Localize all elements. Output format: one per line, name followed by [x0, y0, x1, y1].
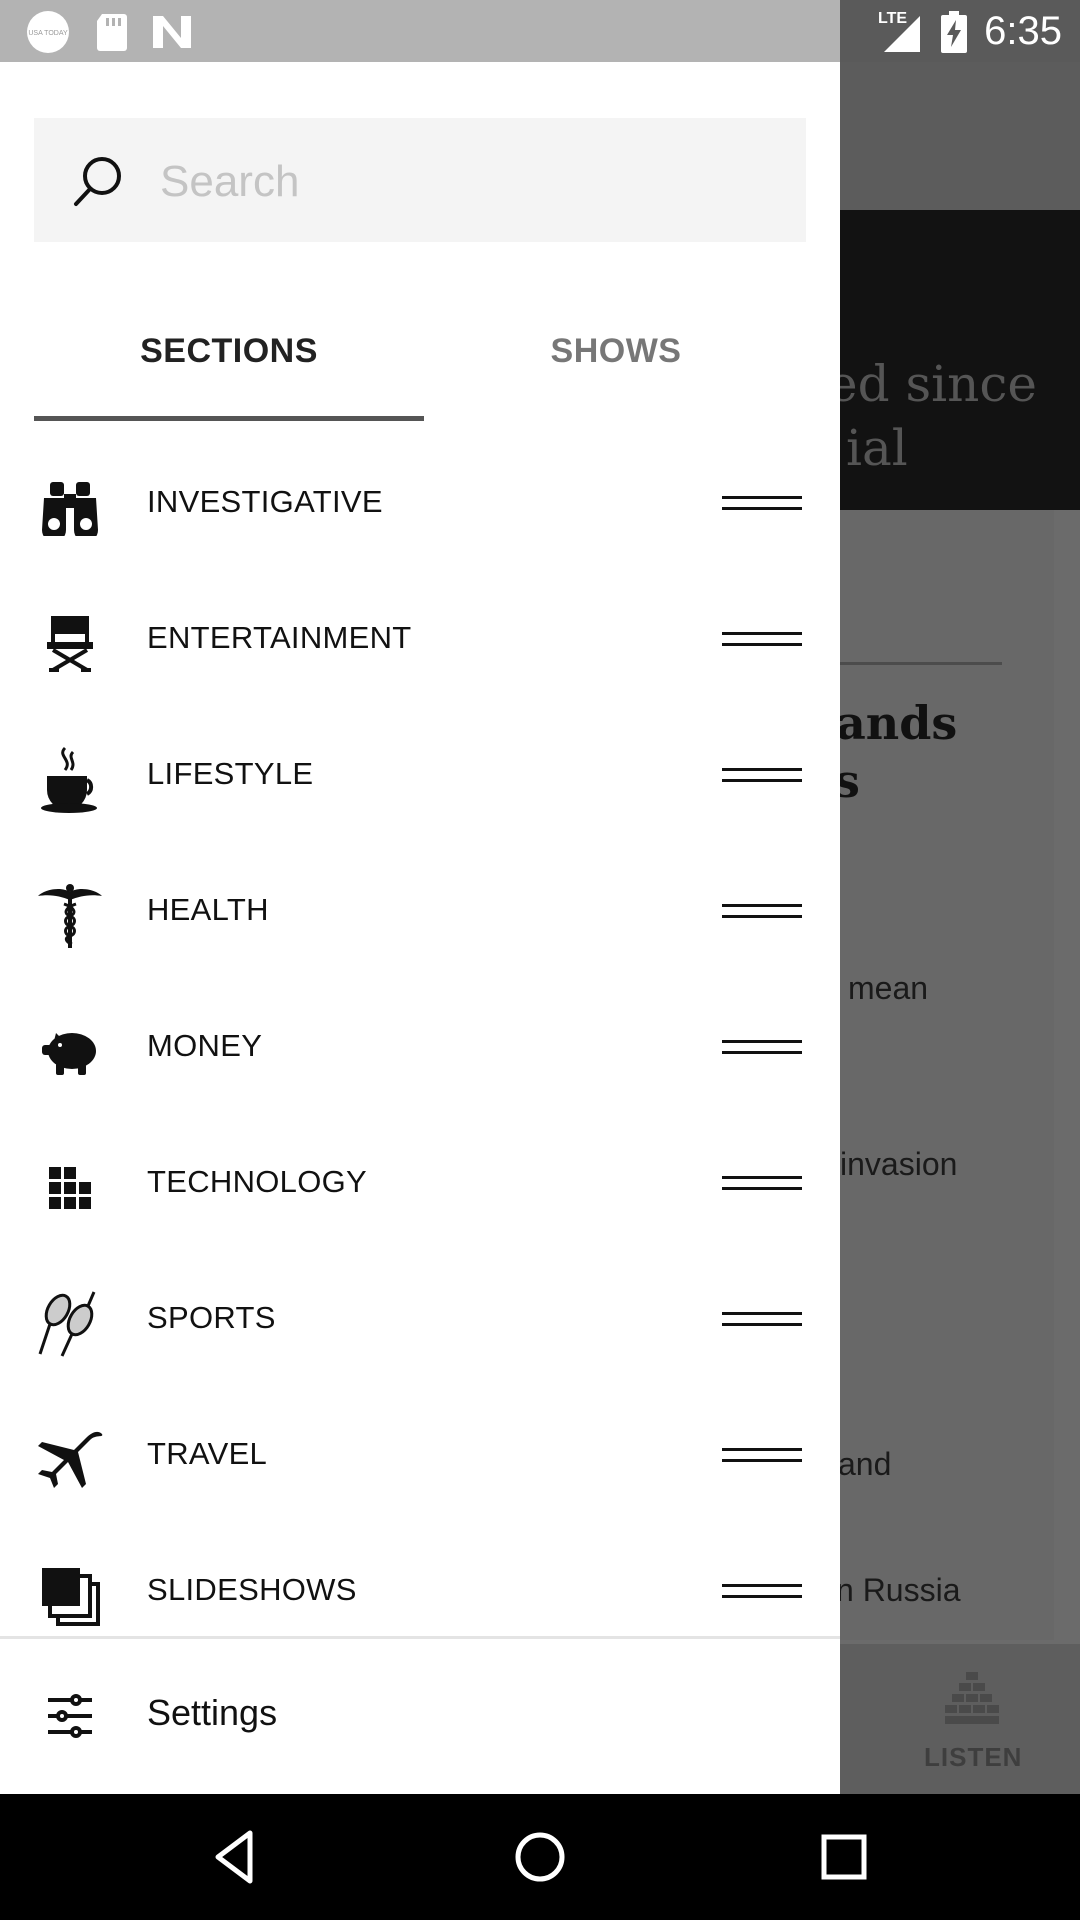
status-time: 6:35 [984, 9, 1062, 53]
sd-card-icon [90, 10, 134, 54]
listen-tab-label: LISTEN [924, 1742, 1023, 1772]
system-navigation-bar [0, 1794, 1080, 1920]
tennis-rackets-icon [36, 1290, 104, 1358]
section-item-investigative[interactable]: INVESTIGATIVE [0, 440, 840, 576]
back-icon[interactable] [206, 1827, 266, 1887]
stacked-photos-icon [36, 1562, 104, 1630]
background-headline-line-2: s [840, 754, 860, 808]
section-item-money[interactable]: MONEY [0, 984, 840, 1120]
settings-divider [0, 1636, 840, 1639]
drag-handle-icon[interactable] [722, 904, 802, 920]
background-headline-line-1: ands [840, 696, 958, 750]
settings-label: Settings [147, 1692, 278, 1733]
tab-sections[interactable]: SECTIONS [34, 332, 424, 424]
coffee-cup-icon [36, 746, 104, 814]
drag-handle-icon[interactable] [722, 1176, 802, 1192]
background-app: ed since ial ands s mean invasion and n … [840, 62, 1080, 1794]
usa-today-badge-text: USA TODAY [28, 30, 68, 37]
background-text-line: mean [848, 970, 929, 1006]
section-item-lifestyle[interactable]: LIFESTYLE [0, 712, 840, 848]
home-icon[interactable] [510, 1827, 570, 1887]
search-icon [74, 157, 121, 206]
piggy-bank-icon [36, 1018, 104, 1086]
sliders-icon [48, 1694, 92, 1738]
background-hero-line-1: ed since [840, 355, 1037, 413]
section-item-technology[interactable]: TECHNOLOGY [0, 1120, 840, 1256]
background-text-line: invasion [840, 1146, 958, 1182]
section-label: ENTERTAINMENT [147, 620, 412, 655]
grid-blocks-icon [36, 1154, 104, 1222]
background-text-line: and [840, 1446, 892, 1482]
section-label: MONEY [147, 1028, 263, 1063]
section-label: TECHNOLOGY [147, 1164, 368, 1199]
search-box[interactable] [34, 118, 806, 242]
background-hero-line-2: ial [846, 419, 908, 477]
drag-handle-icon[interactable] [722, 1040, 802, 1056]
background-divider [840, 662, 1002, 665]
drag-handle-icon[interactable] [722, 1448, 802, 1464]
background-text-line: n Russia [840, 1572, 961, 1608]
section-item-entertainment[interactable]: ENTERTAINMENT [0, 576, 840, 712]
section-item-travel[interactable]: TRAVEL [0, 1392, 840, 1528]
selected-tab-indicator [34, 416, 424, 421]
caduceus-icon [36, 882, 104, 950]
drawer-tabs: SECTIONS SHOWS [0, 332, 840, 424]
navigation-drawer: SECTIONS SHOWS INVESTIGATIVE [0, 62, 840, 1794]
airplane-icon [36, 1426, 104, 1494]
section-label: HEALTH [147, 892, 269, 927]
battery-charging-icon [932, 10, 976, 54]
section-label: TRAVEL [147, 1436, 268, 1471]
equalizer-icon [945, 1672, 999, 1729]
settings-button[interactable]: Settings [0, 1640, 840, 1790]
search-input[interactable] [158, 146, 782, 218]
tab-shows[interactable]: SHOWS [424, 332, 808, 424]
section-item-sports[interactable]: SPORTS [0, 1256, 840, 1392]
section-label: SPORTS [147, 1300, 276, 1335]
drag-handle-icon[interactable] [722, 496, 802, 512]
drag-handle-icon[interactable] [722, 632, 802, 648]
usa-today-icon: USA TODAY [26, 10, 70, 54]
drag-handle-icon[interactable] [722, 1584, 802, 1600]
section-item-health[interactable]: HEALTH [0, 848, 840, 984]
section-label: SLIDESHOWS [147, 1572, 357, 1607]
signal-icon [880, 12, 924, 56]
status-bar: USA TODAY LTE 6:35 [0, 0, 1080, 62]
background-app-bar [840, 62, 1080, 210]
section-label: LIFESTYLE [147, 756, 314, 791]
director-chair-icon [36, 610, 104, 678]
n-app-icon [150, 10, 194, 54]
binoculars-icon [36, 474, 104, 542]
section-label: INVESTIGATIVE [147, 484, 383, 519]
drag-handle-icon[interactable] [722, 1312, 802, 1328]
recents-icon[interactable] [814, 1827, 874, 1887]
drag-handle-icon[interactable] [722, 768, 802, 784]
